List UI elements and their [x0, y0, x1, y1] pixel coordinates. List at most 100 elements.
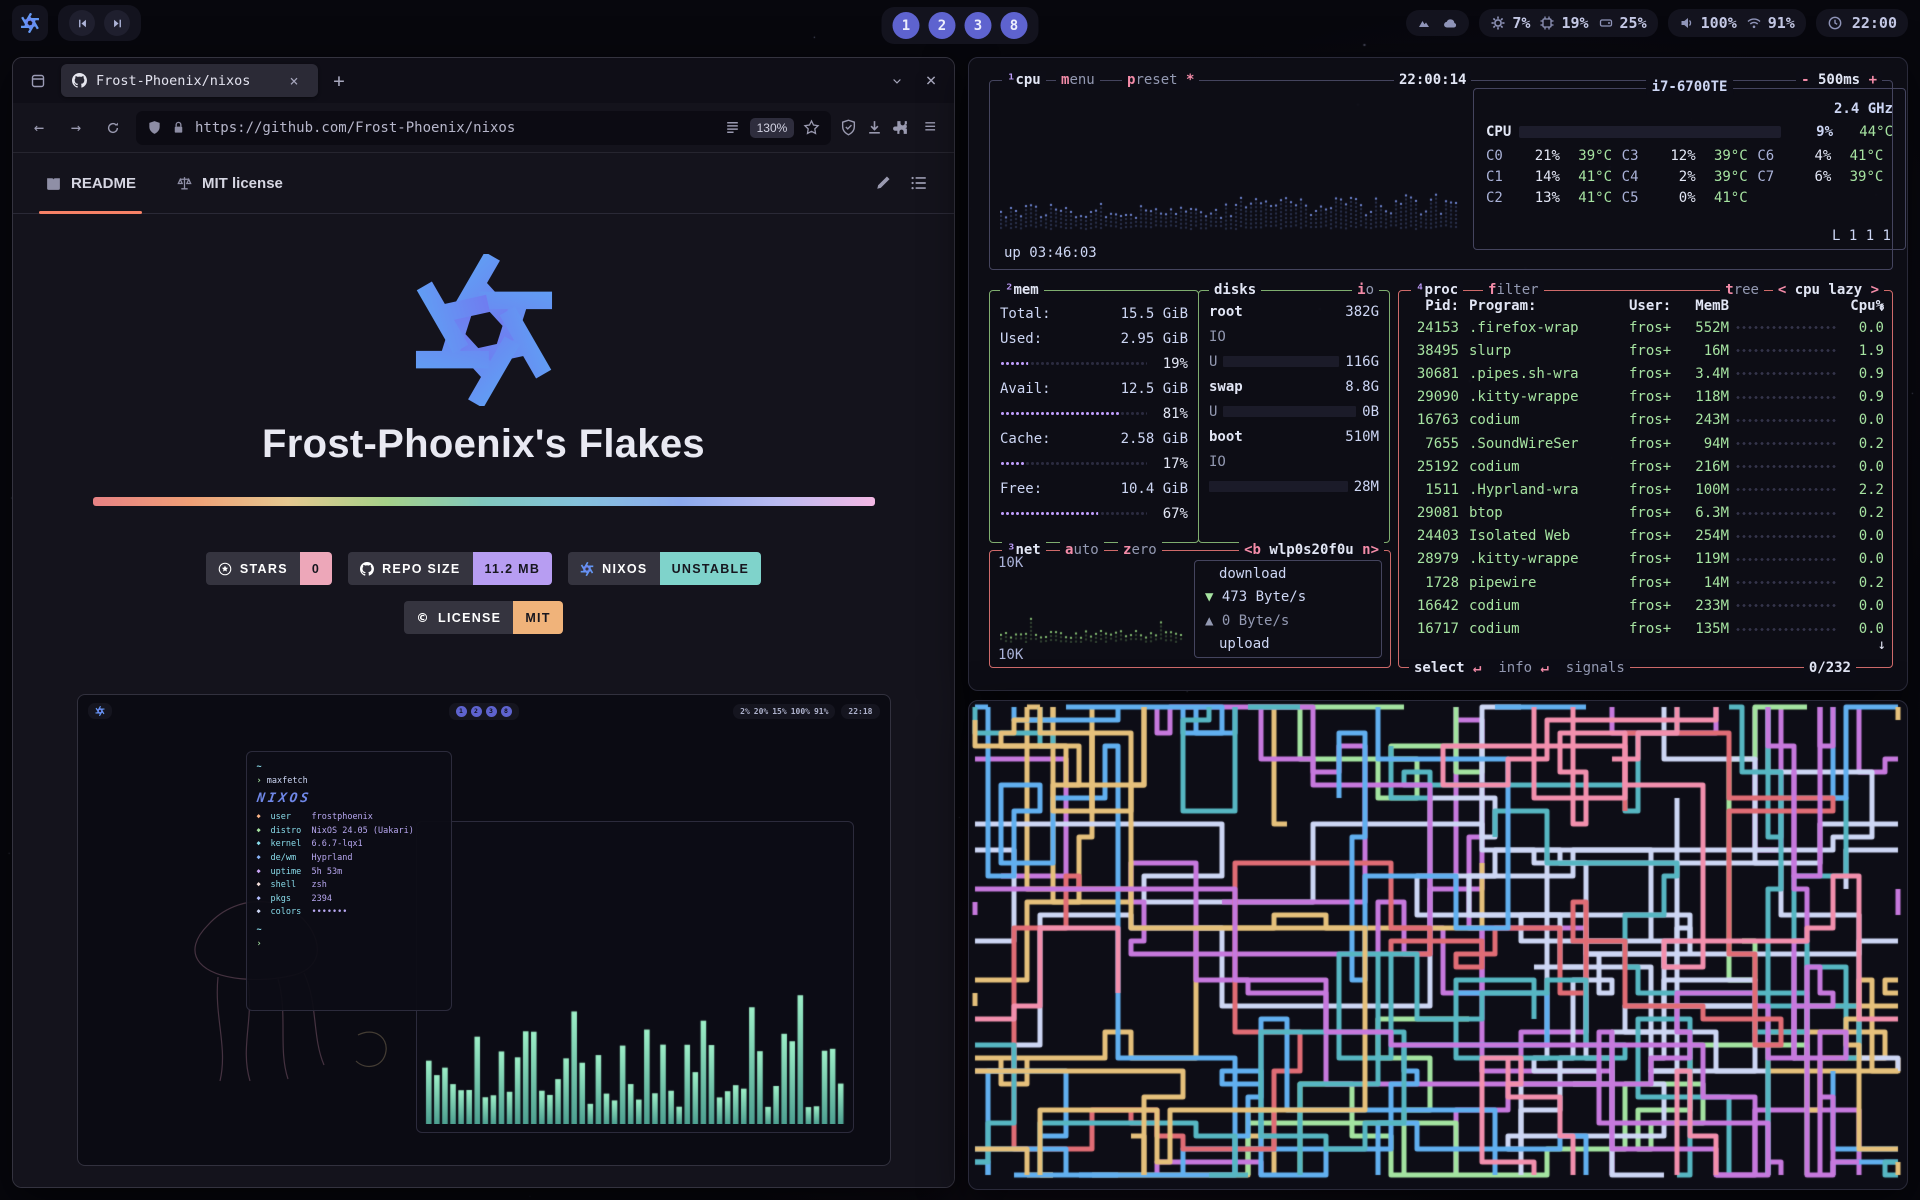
nixos-menu-button[interactable]: [12, 5, 48, 41]
net-interface-selector[interactable]: <b wlp0s20f0u n>: [1239, 541, 1384, 559]
proc-tree-toggle[interactable]: tree: [1720, 281, 1764, 299]
cpu-core-row: C3 12% 39°C: [1622, 145, 1758, 166]
extensions-puzzle-icon[interactable]: [892, 119, 909, 136]
workspace-button[interactable]: 3: [965, 12, 992, 39]
btop-clock: 22:00:14: [1394, 71, 1471, 89]
tab-title: Frost-Phoenix/nixos: [96, 73, 272, 89]
tab-readme[interactable]: README: [39, 153, 142, 213]
volume-stat-value: 100%: [1701, 14, 1737, 32]
badge-license[interactable]: © LICENSE MIT: [404, 601, 563, 634]
btop-disks-box: disks io root382G IO U116G swap8.8G U0B …: [1198, 290, 1390, 543]
preview-workspace: 3: [486, 706, 497, 717]
media-prev-button[interactable]: [69, 10, 95, 36]
cpu-core-row: C5 0% 41°C: [1622, 187, 1758, 208]
firefox-view-icon[interactable]: [23, 66, 53, 96]
tab-mit-license[interactable]: MIT license: [170, 153, 289, 213]
desktop-screenshot-preview[interactable]: 1238 2%20%15%100%91% 22:18 ~ › maxfetch: [77, 694, 891, 1166]
disks-io-toggle[interactable]: io: [1352, 281, 1379, 299]
process-row[interactable]: 1511 .Hyprland-wra fros+ 100M 2.2: [1407, 478, 1884, 501]
topbar-right: 7% 19% 25% 100% 91% 22:00: [1406, 9, 1908, 37]
browser-tab[interactable]: Frost-Phoenix/nixos ×: [61, 64, 318, 97]
process-row[interactable]: 16763 codium fros+ 243M 0.0: [1407, 409, 1884, 432]
net-scale-bottom: 10K: [998, 647, 1023, 663]
copyright-icon: ©: [416, 610, 430, 625]
info-button[interactable]: info: [1498, 660, 1532, 676]
back-button[interactable]: ←: [25, 114, 53, 142]
mem-row: Total:15.5 GiB: [1000, 301, 1188, 326]
workspace-button[interactable]: 1: [893, 12, 920, 39]
workspace-button[interactable]: 2: [929, 12, 956, 39]
disk-stat-value: 25%: [1620, 14, 1647, 32]
process-row[interactable]: 16717 codium fros+ 135M 0.0: [1407, 617, 1884, 640]
media-next-button[interactable]: [104, 10, 130, 36]
badges-row-1: STARS 0 REPO SIZE 11.2 MB NIXOS: [206, 552, 761, 585]
reload-button[interactable]: [99, 114, 127, 142]
proc-filter-button[interactable]: filter: [1483, 281, 1544, 299]
url-bar[interactable]: https://github.com/Frost-Phoenix/nixos 1…: [136, 111, 831, 145]
badge-repo-size[interactable]: REPO SIZE 11.2 MB: [348, 552, 552, 585]
shield-icon[interactable]: [147, 120, 162, 135]
badge-stars[interactable]: STARS 0: [206, 552, 332, 585]
cpu-meter-label: CPU: [1486, 124, 1511, 140]
fetch-row: ◆ uptime 5h 53m: [257, 866, 441, 880]
disks-box-title: disks: [1209, 281, 1261, 299]
net-auto-toggle[interactable]: auto: [1060, 541, 1104, 559]
process-row[interactable]: 24403 Isolated Web fros+ 254M 0.0: [1407, 525, 1884, 548]
clock-value: 22:00: [1852, 14, 1897, 32]
signals-button[interactable]: signals: [1566, 660, 1625, 676]
process-row[interactable]: 29081 btop fros+ 6.3M 0.2: [1407, 502, 1884, 525]
url-text[interactable]: https://github.com/Frost-Phoenix/nixos: [195, 120, 715, 136]
forward-button[interactable]: →: [62, 114, 90, 142]
memory-stat[interactable]: 19%: [1539, 14, 1588, 32]
wifi-stat[interactable]: 91%: [1746, 14, 1795, 32]
disk-boot-used: 28M: [1354, 479, 1379, 495]
process-row[interactable]: 24153 .firefox-wrap fros+ 552M 0.0: [1407, 316, 1884, 339]
cpu-stat[interactable]: 7%: [1490, 14, 1530, 32]
process-row[interactable]: 1728 pipewire fros+ 14M 0.2: [1407, 571, 1884, 594]
process-row[interactable]: 29090 .kitty-wrappe fros+ 118M 0.9: [1407, 386, 1884, 409]
process-row[interactable]: 7655 .SoundWireSer fros+ 94M 0.2: [1407, 432, 1884, 455]
clock-widget[interactable]: 22:00: [1816, 9, 1908, 37]
process-row[interactable]: 38495 slurp fros+ 16M 1.9: [1407, 339, 1884, 362]
volume-stat[interactable]: 100%: [1679, 14, 1737, 32]
edit-pencil-icon[interactable]: [874, 174, 892, 192]
zoom-indicator[interactable]: 130%: [750, 118, 795, 138]
preview-cava-window: [416, 821, 854, 1133]
tab-close-button[interactable]: ×: [281, 68, 307, 94]
uptime-label: up 03:46:03: [1004, 245, 1097, 261]
outline-list-icon[interactable]: [910, 174, 928, 192]
fetch-path: ~: [257, 762, 262, 772]
upload-speed: 0 Byte/s: [1222, 613, 1289, 629]
process-row[interactable]: 30681 .pipes.sh-wra fros+ 3.4M 0.9: [1407, 362, 1884, 385]
process-row[interactable]: 16642 codium fros+ 233M 0.0: [1407, 594, 1884, 617]
mem-row: Avail:12.5 GiB 81%: [1000, 376, 1188, 426]
list-tabs-chevron-icon[interactable]: [884, 68, 910, 94]
proc-sort-selector[interactable]: < cpu lazy >: [1773, 281, 1884, 299]
memory-stat-value: 19%: [1561, 14, 1588, 32]
pocket-shield-icon[interactable]: [840, 119, 857, 136]
badge-nixos[interactable]: NIXOS UNSTABLE: [568, 552, 761, 585]
hamburger-menu-icon[interactable]: ≡: [918, 115, 942, 140]
badge-license-value: MIT: [513, 601, 562, 634]
select-button[interactable]: select: [1414, 660, 1465, 676]
window-close-button[interactable]: ×: [918, 68, 944, 94]
disk-stat[interactable]: 25%: [1598, 14, 1647, 32]
update-interval-control[interactable]: - 500ms +: [1796, 71, 1882, 89]
net-zero-toggle[interactable]: zero: [1118, 541, 1162, 559]
fetch-row: ◆ colors •••••••: [257, 906, 441, 920]
btop-preset-button[interactable]: preset *: [1122, 71, 1199, 89]
nixos-snowflake-logo: [408, 254, 560, 406]
book-icon: [45, 175, 62, 192]
new-tab-button[interactable]: +: [326, 68, 352, 94]
bookmark-star-icon[interactable]: [803, 119, 820, 136]
btop-menu-button[interactable]: menu: [1056, 71, 1100, 89]
cpu-total-percent: 9%: [1789, 124, 1833, 140]
weather-widget[interactable]: [1406, 10, 1469, 36]
workspace-button[interactable]: 8: [1001, 12, 1028, 39]
downloads-icon[interactable]: [866, 119, 883, 136]
process-row[interactable]: 28979 .kitty-wrappe fros+ 119M 0.0: [1407, 548, 1884, 571]
proc-scroll-up-icon[interactable]: ↑: [1878, 299, 1886, 315]
reader-view-icon[interactable]: [724, 119, 741, 136]
proc-scroll-down-icon[interactable]: ↓: [1878, 637, 1886, 653]
process-row[interactable]: 25192 codium fros+ 216M 0.0: [1407, 455, 1884, 478]
